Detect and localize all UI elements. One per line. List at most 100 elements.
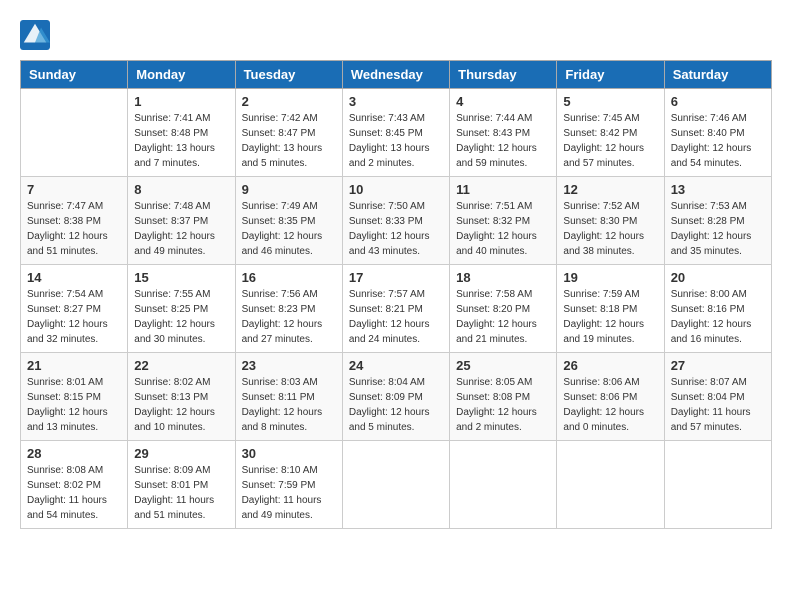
calendar-week-row: 21 Sunrise: 8:01 AM Sunset: 8:15 PM Dayl… bbox=[21, 353, 772, 441]
day-number: 4 bbox=[456, 94, 550, 109]
sunrise: Sunrise: 8:08 AM bbox=[27, 465, 103, 476]
day-number: 29 bbox=[134, 446, 228, 461]
day-info: Sunrise: 7:52 AM Sunset: 8:30 PM Dayligh… bbox=[563, 199, 657, 259]
sunset: Sunset: 8:37 PM bbox=[134, 216, 208, 227]
daylight: Daylight: 12 hours and 49 minutes. bbox=[134, 231, 215, 257]
day-info: Sunrise: 7:51 AM Sunset: 8:32 PM Dayligh… bbox=[456, 199, 550, 259]
sunset: Sunset: 8:06 PM bbox=[563, 392, 637, 403]
sunrise: Sunrise: 7:49 AM bbox=[242, 201, 318, 212]
day-number: 9 bbox=[242, 182, 336, 197]
sunrise: Sunrise: 7:51 AM bbox=[456, 201, 532, 212]
sunset: Sunset: 8:40 PM bbox=[671, 128, 745, 139]
calendar-day-cell bbox=[21, 89, 128, 177]
calendar-week-row: 28 Sunrise: 8:08 AM Sunset: 8:02 PM Dayl… bbox=[21, 441, 772, 529]
day-info: Sunrise: 7:58 AM Sunset: 8:20 PM Dayligh… bbox=[456, 287, 550, 347]
sunrise: Sunrise: 7:42 AM bbox=[242, 113, 318, 124]
day-info: Sunrise: 8:02 AM Sunset: 8:13 PM Dayligh… bbox=[134, 375, 228, 435]
daylight: Daylight: 12 hours and 27 minutes. bbox=[242, 319, 323, 345]
logo-icon bbox=[20, 20, 50, 50]
sunrise: Sunrise: 7:55 AM bbox=[134, 289, 210, 300]
calendar-day-cell: 3 Sunrise: 7:43 AM Sunset: 8:45 PM Dayli… bbox=[342, 89, 449, 177]
calendar-day-cell bbox=[557, 441, 664, 529]
sunrise: Sunrise: 7:43 AM bbox=[349, 113, 425, 124]
calendar-day-cell: 1 Sunrise: 7:41 AM Sunset: 8:48 PM Dayli… bbox=[128, 89, 235, 177]
daylight: Daylight: 11 hours and 57 minutes. bbox=[671, 407, 751, 433]
calendar-day-cell: 27 Sunrise: 8:07 AM Sunset: 8:04 PM Dayl… bbox=[664, 353, 771, 441]
sunset: Sunset: 8:30 PM bbox=[563, 216, 637, 227]
sunset: Sunset: 8:27 PM bbox=[27, 304, 101, 315]
weekday-header-friday: Friday bbox=[557, 61, 664, 89]
day-number: 19 bbox=[563, 270, 657, 285]
calendar-day-cell: 5 Sunrise: 7:45 AM Sunset: 8:42 PM Dayli… bbox=[557, 89, 664, 177]
weekday-header-row: SundayMondayTuesdayWednesdayThursdayFrid… bbox=[21, 61, 772, 89]
day-info: Sunrise: 7:44 AM Sunset: 8:43 PM Dayligh… bbox=[456, 111, 550, 171]
sunset: Sunset: 8:47 PM bbox=[242, 128, 316, 139]
sunset: Sunset: 8:16 PM bbox=[671, 304, 745, 315]
sunrise: Sunrise: 7:52 AM bbox=[563, 201, 639, 212]
daylight: Daylight: 13 hours and 7 minutes. bbox=[134, 143, 215, 169]
calendar-day-cell: 2 Sunrise: 7:42 AM Sunset: 8:47 PM Dayli… bbox=[235, 89, 342, 177]
sunrise: Sunrise: 8:07 AM bbox=[671, 377, 747, 388]
sunset: Sunset: 8:42 PM bbox=[563, 128, 637, 139]
day-info: Sunrise: 8:05 AM Sunset: 8:08 PM Dayligh… bbox=[456, 375, 550, 435]
day-info: Sunrise: 7:42 AM Sunset: 8:47 PM Dayligh… bbox=[242, 111, 336, 171]
sunset: Sunset: 8:01 PM bbox=[134, 480, 208, 491]
daylight: Daylight: 12 hours and 19 minutes. bbox=[563, 319, 644, 345]
daylight: Daylight: 13 hours and 5 minutes. bbox=[242, 143, 323, 169]
sunset: Sunset: 7:59 PM bbox=[242, 480, 316, 491]
daylight: Daylight: 12 hours and 5 minutes. bbox=[349, 407, 430, 433]
day-info: Sunrise: 8:01 AM Sunset: 8:15 PM Dayligh… bbox=[27, 375, 121, 435]
sunset: Sunset: 8:09 PM bbox=[349, 392, 423, 403]
weekday-header-tuesday: Tuesday bbox=[235, 61, 342, 89]
daylight: Daylight: 12 hours and 54 minutes. bbox=[671, 143, 752, 169]
day-number: 18 bbox=[456, 270, 550, 285]
sunrise: Sunrise: 7:57 AM bbox=[349, 289, 425, 300]
sunset: Sunset: 8:25 PM bbox=[134, 304, 208, 315]
day-info: Sunrise: 7:48 AM Sunset: 8:37 PM Dayligh… bbox=[134, 199, 228, 259]
daylight: Daylight: 12 hours and 35 minutes. bbox=[671, 231, 752, 257]
calendar-week-row: 7 Sunrise: 7:47 AM Sunset: 8:38 PM Dayli… bbox=[21, 177, 772, 265]
sunset: Sunset: 8:38 PM bbox=[27, 216, 101, 227]
sunrise: Sunrise: 8:04 AM bbox=[349, 377, 425, 388]
day-number: 6 bbox=[671, 94, 765, 109]
calendar-day-cell: 30 Sunrise: 8:10 AM Sunset: 7:59 PM Dayl… bbox=[235, 441, 342, 529]
day-info: Sunrise: 8:06 AM Sunset: 8:06 PM Dayligh… bbox=[563, 375, 657, 435]
day-number: 26 bbox=[563, 358, 657, 373]
daylight: Daylight: 12 hours and 43 minutes. bbox=[349, 231, 430, 257]
day-info: Sunrise: 7:57 AM Sunset: 8:21 PM Dayligh… bbox=[349, 287, 443, 347]
sunrise: Sunrise: 7:45 AM bbox=[563, 113, 639, 124]
sunset: Sunset: 8:20 PM bbox=[456, 304, 530, 315]
day-info: Sunrise: 7:43 AM Sunset: 8:45 PM Dayligh… bbox=[349, 111, 443, 171]
calendar-day-cell: 8 Sunrise: 7:48 AM Sunset: 8:37 PM Dayli… bbox=[128, 177, 235, 265]
daylight: Daylight: 12 hours and 40 minutes. bbox=[456, 231, 537, 257]
sunset: Sunset: 8:13 PM bbox=[134, 392, 208, 403]
calendar-day-cell: 21 Sunrise: 8:01 AM Sunset: 8:15 PM Dayl… bbox=[21, 353, 128, 441]
calendar-day-cell: 6 Sunrise: 7:46 AM Sunset: 8:40 PM Dayli… bbox=[664, 89, 771, 177]
daylight: Daylight: 12 hours and 32 minutes. bbox=[27, 319, 108, 345]
calendar-day-cell: 23 Sunrise: 8:03 AM Sunset: 8:11 PM Dayl… bbox=[235, 353, 342, 441]
daylight: Daylight: 12 hours and 16 minutes. bbox=[671, 319, 752, 345]
daylight: Daylight: 12 hours and 2 minutes. bbox=[456, 407, 537, 433]
calendar-day-cell: 11 Sunrise: 7:51 AM Sunset: 8:32 PM Dayl… bbox=[450, 177, 557, 265]
sunset: Sunset: 8:18 PM bbox=[563, 304, 637, 315]
day-number: 2 bbox=[242, 94, 336, 109]
sunrise: Sunrise: 8:00 AM bbox=[671, 289, 747, 300]
day-number: 24 bbox=[349, 358, 443, 373]
daylight: Daylight: 11 hours and 49 minutes. bbox=[242, 495, 322, 521]
day-number: 21 bbox=[27, 358, 121, 373]
day-info: Sunrise: 7:56 AM Sunset: 8:23 PM Dayligh… bbox=[242, 287, 336, 347]
sunrise: Sunrise: 7:41 AM bbox=[134, 113, 210, 124]
day-info: Sunrise: 7:53 AM Sunset: 8:28 PM Dayligh… bbox=[671, 199, 765, 259]
sunrise: Sunrise: 8:06 AM bbox=[563, 377, 639, 388]
sunrise: Sunrise: 7:54 AM bbox=[27, 289, 103, 300]
day-number: 12 bbox=[563, 182, 657, 197]
calendar-day-cell: 7 Sunrise: 7:47 AM Sunset: 8:38 PM Dayli… bbox=[21, 177, 128, 265]
sunrise: Sunrise: 7:50 AM bbox=[349, 201, 425, 212]
calendar-day-cell: 24 Sunrise: 8:04 AM Sunset: 8:09 PM Dayl… bbox=[342, 353, 449, 441]
day-info: Sunrise: 7:50 AM Sunset: 8:33 PM Dayligh… bbox=[349, 199, 443, 259]
daylight: Daylight: 12 hours and 30 minutes. bbox=[134, 319, 215, 345]
sunset: Sunset: 8:43 PM bbox=[456, 128, 530, 139]
weekday-header-sunday: Sunday bbox=[21, 61, 128, 89]
day-info: Sunrise: 8:07 AM Sunset: 8:04 PM Dayligh… bbox=[671, 375, 765, 435]
calendar-day-cell: 4 Sunrise: 7:44 AM Sunset: 8:43 PM Dayli… bbox=[450, 89, 557, 177]
